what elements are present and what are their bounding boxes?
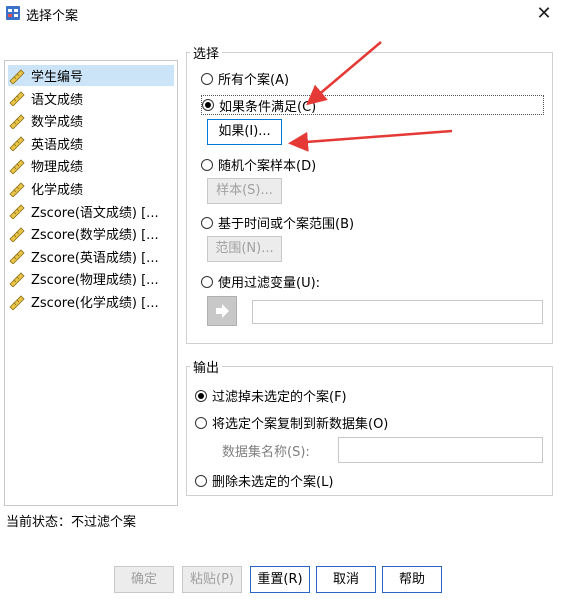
annotation-arrow-to-if-condition xyxy=(306,41,382,106)
annotation-arrows xyxy=(288,41,453,152)
annotation-arrow-to-if-button xyxy=(288,129,453,152)
